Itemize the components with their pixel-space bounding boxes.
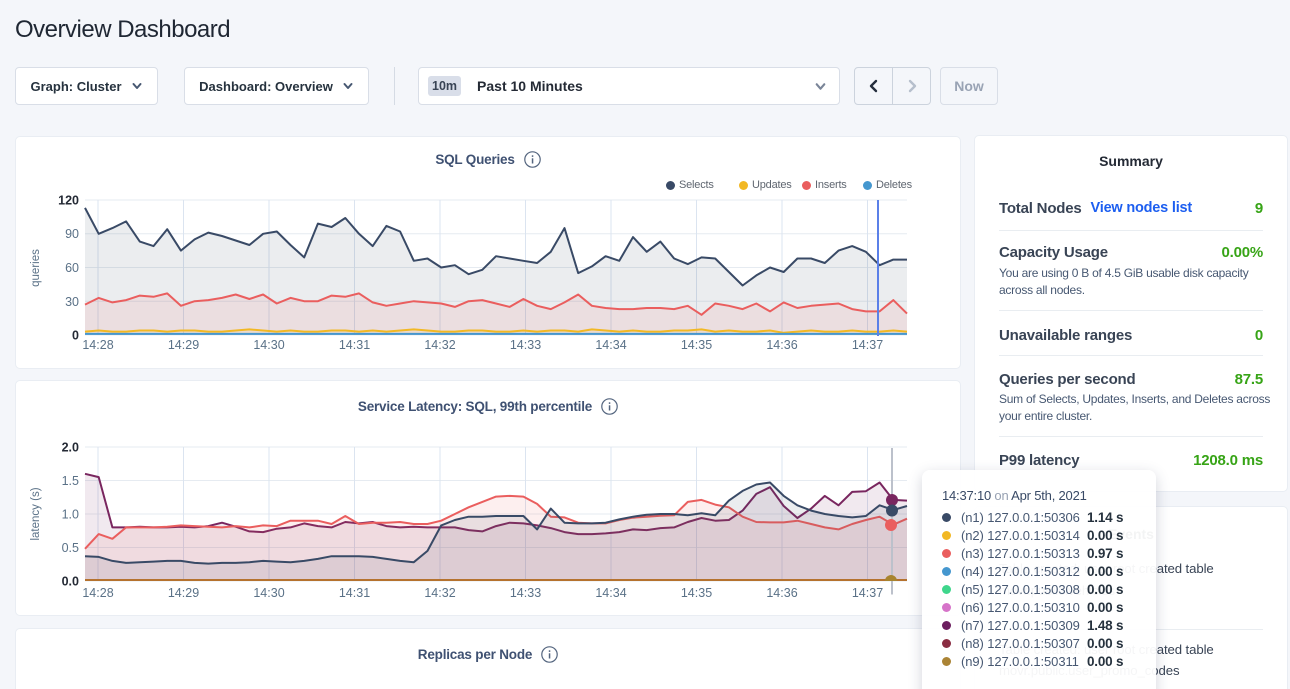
svg-text:14:30: 14:30: [253, 338, 284, 352]
svg-text:1.0: 1.0: [62, 508, 79, 522]
svg-text:2.0: 2.0: [62, 441, 79, 455]
svg-text:latency (s): latency (s): [30, 487, 42, 540]
svg-text:14:36: 14:36: [766, 338, 797, 352]
svg-text:90: 90: [65, 227, 79, 241]
svg-text:30: 30: [65, 295, 79, 309]
svg-text:14:33: 14:33: [510, 586, 541, 600]
svg-text:14:34: 14:34: [595, 338, 626, 352]
svg-text:14:35: 14:35: [681, 338, 712, 352]
svg-text:0.0: 0.0: [62, 575, 79, 589]
svg-text:14:28: 14:28: [82, 338, 113, 352]
svg-text:queries: queries: [30, 249, 42, 287]
svg-text:14:36: 14:36: [766, 586, 797, 600]
svg-text:60: 60: [65, 261, 79, 275]
svg-text:0: 0: [72, 329, 79, 343]
svg-text:0.5: 0.5: [62, 541, 79, 555]
svg-text:1.5: 1.5: [62, 474, 79, 488]
svg-text:14:28: 14:28: [82, 586, 113, 600]
svg-text:14:31: 14:31: [339, 586, 370, 600]
svg-text:14:35: 14:35: [681, 586, 712, 600]
svg-text:14:29: 14:29: [168, 586, 199, 600]
svg-text:14:37: 14:37: [852, 338, 883, 352]
svg-text:14:29: 14:29: [168, 338, 199, 352]
svg-text:14:33: 14:33: [510, 338, 541, 352]
svg-text:14:32: 14:32: [424, 586, 455, 600]
svg-text:120: 120: [58, 194, 79, 208]
svg-text:14:34: 14:34: [595, 586, 626, 600]
svg-text:14:31: 14:31: [339, 338, 370, 352]
svg-text:14:32: 14:32: [424, 338, 455, 352]
svg-text:14:30: 14:30: [253, 586, 284, 600]
svg-text:14:37: 14:37: [852, 586, 883, 600]
